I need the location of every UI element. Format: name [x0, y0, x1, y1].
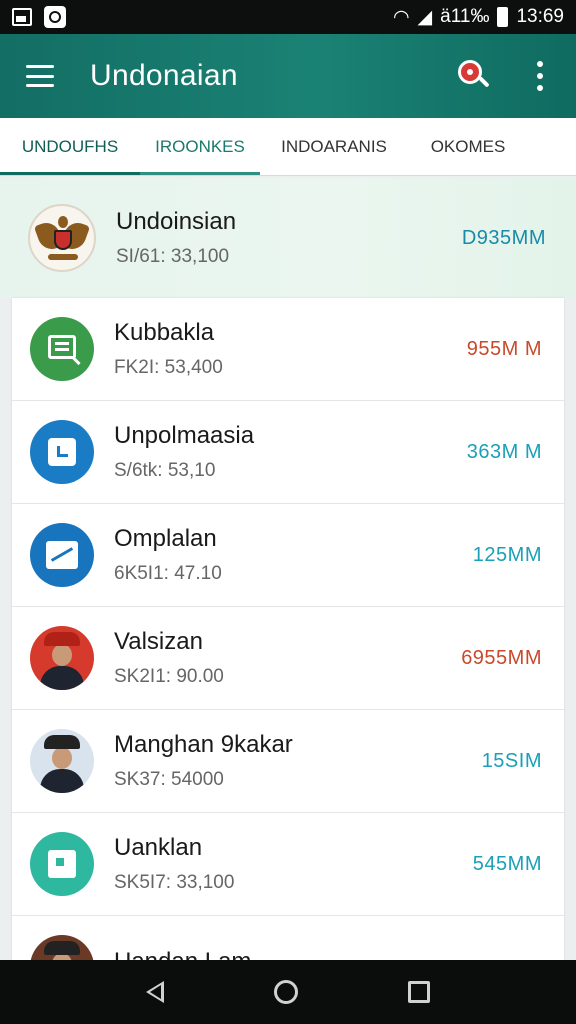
- item-name: Omplalan: [114, 525, 217, 552]
- item-name: Uandan Lam: [114, 948, 251, 960]
- signal-icon: ◢: [417, 6, 433, 28]
- menu-icon[interactable]: [26, 65, 54, 87]
- signal-text: ä11‰: [440, 6, 490, 27]
- tab-bar: UNDOUFHS IROONKES INDOARANIS OKOMES: [0, 118, 576, 176]
- navigation-bar: [0, 960, 576, 1024]
- app-title: Undonaian: [90, 59, 238, 92]
- list-item[interactable]: Manghan 9kakar SK37: 54000 15SIM: [12, 710, 564, 813]
- tab-okomes[interactable]: OKOMES: [408, 118, 528, 175]
- item-subtitle: SK5I7: 33,100: [114, 872, 235, 893]
- more-options-icon[interactable]: [530, 61, 550, 91]
- item-subtitle: S/6tk: 53,10: [114, 460, 216, 481]
- app-bar: Undonaian: [0, 34, 576, 118]
- person-avatar-icon: [30, 935, 94, 960]
- list-item[interactable]: Kubbakla FK2I: 53,400 955M M: [12, 298, 564, 401]
- tab-indoaranis[interactable]: INDOARANIS: [260, 118, 408, 175]
- item-value: 955M M: [466, 337, 542, 360]
- list-item[interactable]: Omplalan 6K5I1: 47.10 125MM: [12, 504, 564, 607]
- item-name: Unpolmaasia: [114, 422, 255, 449]
- back-icon[interactable]: [146, 981, 164, 1003]
- trend-chart-icon: [30, 523, 94, 587]
- tab-iroonkes[interactable]: IROONKES: [140, 118, 260, 175]
- recent-apps-icon[interactable]: [408, 981, 430, 1003]
- item-value: 15SIM: [481, 749, 542, 772]
- list-item[interactable]: Unpolmaasia S/6tk: 53,10 363M M: [12, 401, 564, 504]
- item-name: Undoinsian: [116, 208, 237, 235]
- item-name: Uanklan: [114, 834, 203, 861]
- list-item[interactable]: Uanklan SK5I7: 33,100 545MM: [12, 813, 564, 916]
- item-value: 6955MM: [461, 646, 542, 669]
- list-item[interactable]: Uandan Lam: [12, 916, 564, 960]
- item-list: Kubbakla FK2I: 53,400 955M M Unpolmaasia…: [12, 298, 564, 960]
- image-notification-icon: [12, 8, 32, 26]
- featured-item[interactable]: Undoinsian SI/61: 33,100 D935MM: [0, 178, 576, 298]
- status-bar: ◠ ◢ ä11‰ 13:69: [0, 0, 576, 34]
- app-notification-icon: [44, 6, 66, 28]
- search-icon[interactable]: [454, 58, 490, 94]
- item-subtitle: SK37: 54000: [114, 769, 224, 790]
- message-icon: [30, 317, 94, 381]
- item-value: 363M M: [466, 440, 542, 463]
- item-subtitle: SK2I1: 90.00: [114, 666, 224, 687]
- battery-icon: [497, 7, 509, 27]
- person-avatar-icon: [30, 626, 94, 690]
- item-subtitle: 6K5I1: 47.10: [114, 563, 222, 584]
- wifi-icon: ◠: [392, 6, 410, 28]
- item-value: D935MM: [461, 226, 546, 249]
- chat-icon: [30, 832, 94, 896]
- calendar-icon: [30, 420, 94, 484]
- list-item[interactable]: Valsizan SK2I1: 90.00 6955MM: [12, 607, 564, 710]
- item-name: Kubbakla: [114, 319, 215, 346]
- item-name: Manghan 9kakar: [114, 731, 293, 758]
- item-value: 125MM: [472, 543, 542, 566]
- home-icon[interactable]: [274, 980, 298, 1004]
- garuda-crest-icon: [28, 204, 96, 272]
- item-name: Valsizan: [114, 628, 203, 655]
- item-subtitle: FK2I: 53,400: [114, 357, 223, 378]
- item-value: 545MM: [472, 852, 542, 875]
- tab-undoufhs[interactable]: UNDOUFHS: [0, 118, 140, 175]
- person-avatar-icon: [30, 729, 94, 793]
- item-subtitle: SI/61: 33,100: [116, 246, 230, 267]
- clock: 13:69: [516, 6, 564, 27]
